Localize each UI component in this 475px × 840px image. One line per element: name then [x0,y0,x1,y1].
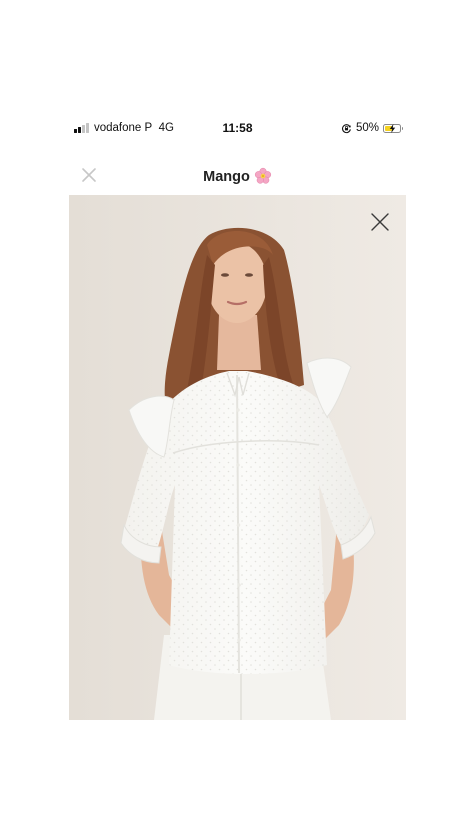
battery-percent: 50% [355,122,379,134]
product-photo[interactable] [69,195,406,720]
nav-header: Mango [0,163,475,189]
model-illustration [69,195,406,720]
bolt-icon [389,123,396,133]
battery-charging-icon [383,123,403,133]
page-title: Mango [0,167,475,185]
status-bar: vodafone P 4G 11:58 50% [0,120,475,138]
status-time: 11:58 [222,121,253,135]
status-right: 50% [341,122,403,134]
close-icon[interactable] [370,212,390,232]
rotation-lock-icon [341,123,351,133]
page-title-text: Mango [203,169,250,185]
cherry-blossom-icon [254,167,271,184]
